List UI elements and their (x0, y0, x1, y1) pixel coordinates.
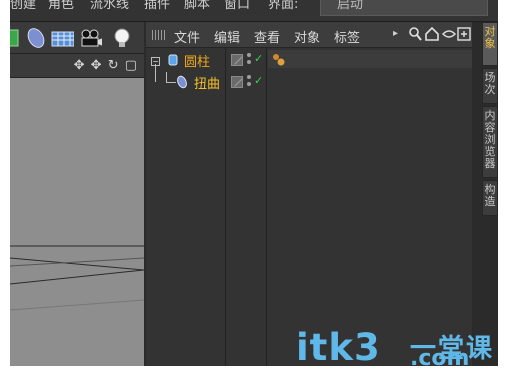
object-name-label: 圆柱 (184, 55, 211, 70)
object-name-label: 扭曲 (194, 77, 221, 92)
twist-deformer-icon (177, 75, 187, 89)
enabled-check-icon[interactable]: ✓ (254, 74, 263, 87)
menu-character[interactable]: 角色 (48, 0, 74, 12)
side-tab-takes[interactable]: 场次 (482, 68, 498, 104)
menu-create[interactable]: 创建 (10, 0, 36, 12)
object-name-column: − 圆柱 扭曲 (146, 48, 226, 366)
object-row-cylinder[interactable]: − 圆柱 (146, 50, 225, 70)
viewport-grid (10, 78, 144, 366)
deformer-icon[interactable] (24, 26, 48, 50)
menu-window[interactable]: 窗口 (224, 0, 250, 12)
watermark-latin: itk3 (296, 326, 381, 369)
om-menu-objects[interactable]: 对象 (294, 27, 320, 46)
watermark-logo: itk3 一堂课 .com (296, 326, 492, 371)
floor-icon[interactable] (50, 26, 74, 50)
layer-toggle[interactable] (231, 76, 243, 88)
object-flags-column: ✓ ✓ (227, 48, 267, 366)
menu-script[interactable]: 脚本 (184, 0, 210, 12)
main-menubar: 创建 角色 流水线 插件 脚本 窗口 界面: 启动 (10, 0, 498, 22)
cinema4d-window: 创建 角色 流水线 插件 脚本 窗口 界面: 启动 ✥ ✥ ↻ ▢ 文件 编辑 … (10, 0, 498, 366)
viewport-nav-icons[interactable]: ✥ ✥ ↻ ▢ (74, 58, 138, 73)
perspective-viewport[interactable] (10, 78, 144, 366)
object-manager: 文件 编辑 查看 对象 标签 ▸ − 圆柱 扭曲 ✓ ✓ (146, 22, 472, 366)
tag-row (268, 50, 472, 68)
object-row-twist[interactable]: 扭曲 (146, 72, 225, 92)
om-menu-file[interactable]: 文件 (174, 27, 200, 46)
enabled-check-icon[interactable]: ✓ (254, 52, 263, 65)
search-icon[interactable] (408, 26, 422, 42)
om-menu-view[interactable]: 查看 (254, 27, 280, 46)
cylinder-icon (168, 54, 178, 66)
object-manager-body: − 圆柱 扭曲 ✓ ✓ (146, 48, 472, 366)
side-tab-label: 内容浏览器 (484, 109, 496, 170)
om-menu-edit[interactable]: 编辑 (214, 27, 240, 46)
om-menu-tags[interactable]: 标签 (334, 27, 360, 46)
menu-layout-label: 界面: (268, 0, 299, 12)
side-tab-content-browser[interactable]: 内容浏览器 (482, 106, 498, 178)
side-tab-objects[interactable]: 对象 (482, 22, 498, 66)
side-tab-structure[interactable]: 构造 (482, 180, 498, 216)
layer-toggle[interactable] (231, 54, 243, 66)
new-window-icon[interactable] (457, 26, 471, 42)
side-tab-label: 构造 (484, 183, 496, 208)
object-tags-column (268, 48, 472, 366)
side-tab-strip: 对象 场次 内容浏览器 构造 (482, 22, 498, 366)
menu-plugins[interactable]: 插件 (144, 0, 170, 12)
layout-dropdown-value: 启动 (337, 0, 364, 12)
om-menu-more[interactable]: ▸ (393, 28, 398, 39)
viewport-header: ✥ ✥ ↻ ▢ (10, 54, 144, 78)
camera-icon[interactable] (78, 26, 102, 50)
visibility-dots[interactable] (247, 75, 253, 89)
phong-tag-icon[interactable] (272, 53, 286, 67)
light-icon[interactable] (110, 26, 134, 50)
viewport-toolbar (10, 22, 144, 54)
side-tab-label: 场次 (484, 71, 496, 96)
eye-icon[interactable] (442, 26, 456, 42)
visibility-dots[interactable] (247, 53, 253, 67)
home-icon[interactable] (425, 26, 439, 42)
side-tab-label: 对象 (484, 25, 496, 50)
layout-dropdown[interactable]: 启动 (320, 0, 488, 16)
watermark-domain: .com (410, 346, 470, 371)
object-manager-menubar: 文件 编辑 查看 对象 标签 ▸ (146, 22, 472, 48)
menu-pipeline[interactable]: 流水线 (90, 0, 129, 12)
panel-grip-icon[interactable] (152, 30, 166, 40)
